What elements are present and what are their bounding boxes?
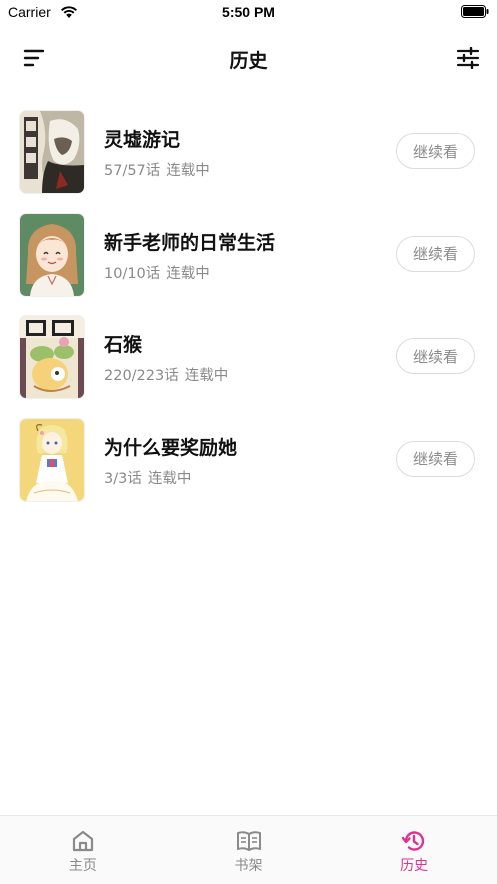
comic-meta: 220/223话 连载中 bbox=[104, 364, 228, 385]
comic-title[interactable]: 石猴 bbox=[104, 330, 142, 357]
filter-sliders-icon bbox=[456, 47, 480, 69]
serial-status: 连载中 bbox=[166, 163, 210, 179]
comic-title[interactable]: 新手老师的日常生活 bbox=[104, 228, 275, 255]
home-icon bbox=[72, 830, 93, 852]
serial-status: 连载中 bbox=[184, 368, 229, 384]
tab-home[interactable]: 主页 bbox=[0, 816, 166, 884]
clock: 5:50 PM bbox=[222, 4, 275, 20]
continue-reading-button[interactable]: 继续看 bbox=[396, 133, 475, 169]
comic-meta: 57/57话 连载中 bbox=[104, 159, 210, 180]
list-item[interactable]: 为什么要奖励她 3/3话 连载中 继续看 bbox=[0, 411, 497, 514]
comic-title[interactable]: 灵墟游记 bbox=[104, 125, 180, 152]
chapter-progress: 57/57话 bbox=[104, 163, 161, 179]
tab-bookshelf-label: 书架 bbox=[234, 858, 263, 874]
book-icon bbox=[236, 831, 261, 851]
tab-home-label: 主页 bbox=[68, 858, 97, 874]
serial-status: 连载中 bbox=[166, 265, 210, 282]
page-title: 历史 bbox=[229, 50, 268, 72]
list-item[interactable]: 灵墟游记 57/57话 连载中 继续看 bbox=[0, 103, 497, 206]
list-item[interactable]: 石猴 220/223话 连载中 继续看 bbox=[0, 308, 497, 411]
chapter-progress: 3/3话 bbox=[104, 470, 142, 487]
comic-cover[interactable] bbox=[20, 418, 84, 501]
tab-bar: 主页 书架 历史 bbox=[0, 815, 497, 884]
status-bar: Carrier 5:50 PM bbox=[0, 0, 497, 26]
chapter-progress: 10/10话 bbox=[104, 265, 161, 282]
comic-meta: 3/3话 连载中 bbox=[104, 467, 191, 488]
tab-history-label: 历史 bbox=[400, 858, 429, 874]
continue-reading-button[interactable]: 继续看 bbox=[396, 338, 475, 374]
comic-title[interactable]: 为什么要奖励她 bbox=[104, 433, 237, 460]
chapter-progress: 220/223话 bbox=[104, 368, 179, 384]
list-item[interactable]: 新手老师的日常生活 10/10话 连载中 继续看 bbox=[0, 206, 497, 309]
comic-cover[interactable] bbox=[20, 111, 84, 193]
nav-bar: 历史 bbox=[0, 36, 497, 80]
comic-meta: 10/10话 连载中 bbox=[104, 262, 210, 283]
battery-icon bbox=[461, 5, 489, 18]
serial-status: 连载中 bbox=[147, 470, 192, 487]
filter-button[interactable] bbox=[454, 44, 482, 72]
continue-reading-button[interactable]: 继续看 bbox=[396, 235, 475, 272]
comic-cover[interactable] bbox=[20, 213, 84, 296]
comic-cover[interactable] bbox=[20, 316, 84, 398]
continue-reading-button[interactable]: 继续看 bbox=[396, 440, 475, 477]
tab-bookshelf[interactable]: 书架 bbox=[166, 816, 332, 884]
history-icon bbox=[401, 831, 425, 851]
history-list: 灵墟游记 57/57话 连载中 继续看 新手老师的日常生活 10/10话 连载中… bbox=[0, 103, 497, 513]
tab-history[interactable]: 历史 bbox=[331, 816, 497, 884]
